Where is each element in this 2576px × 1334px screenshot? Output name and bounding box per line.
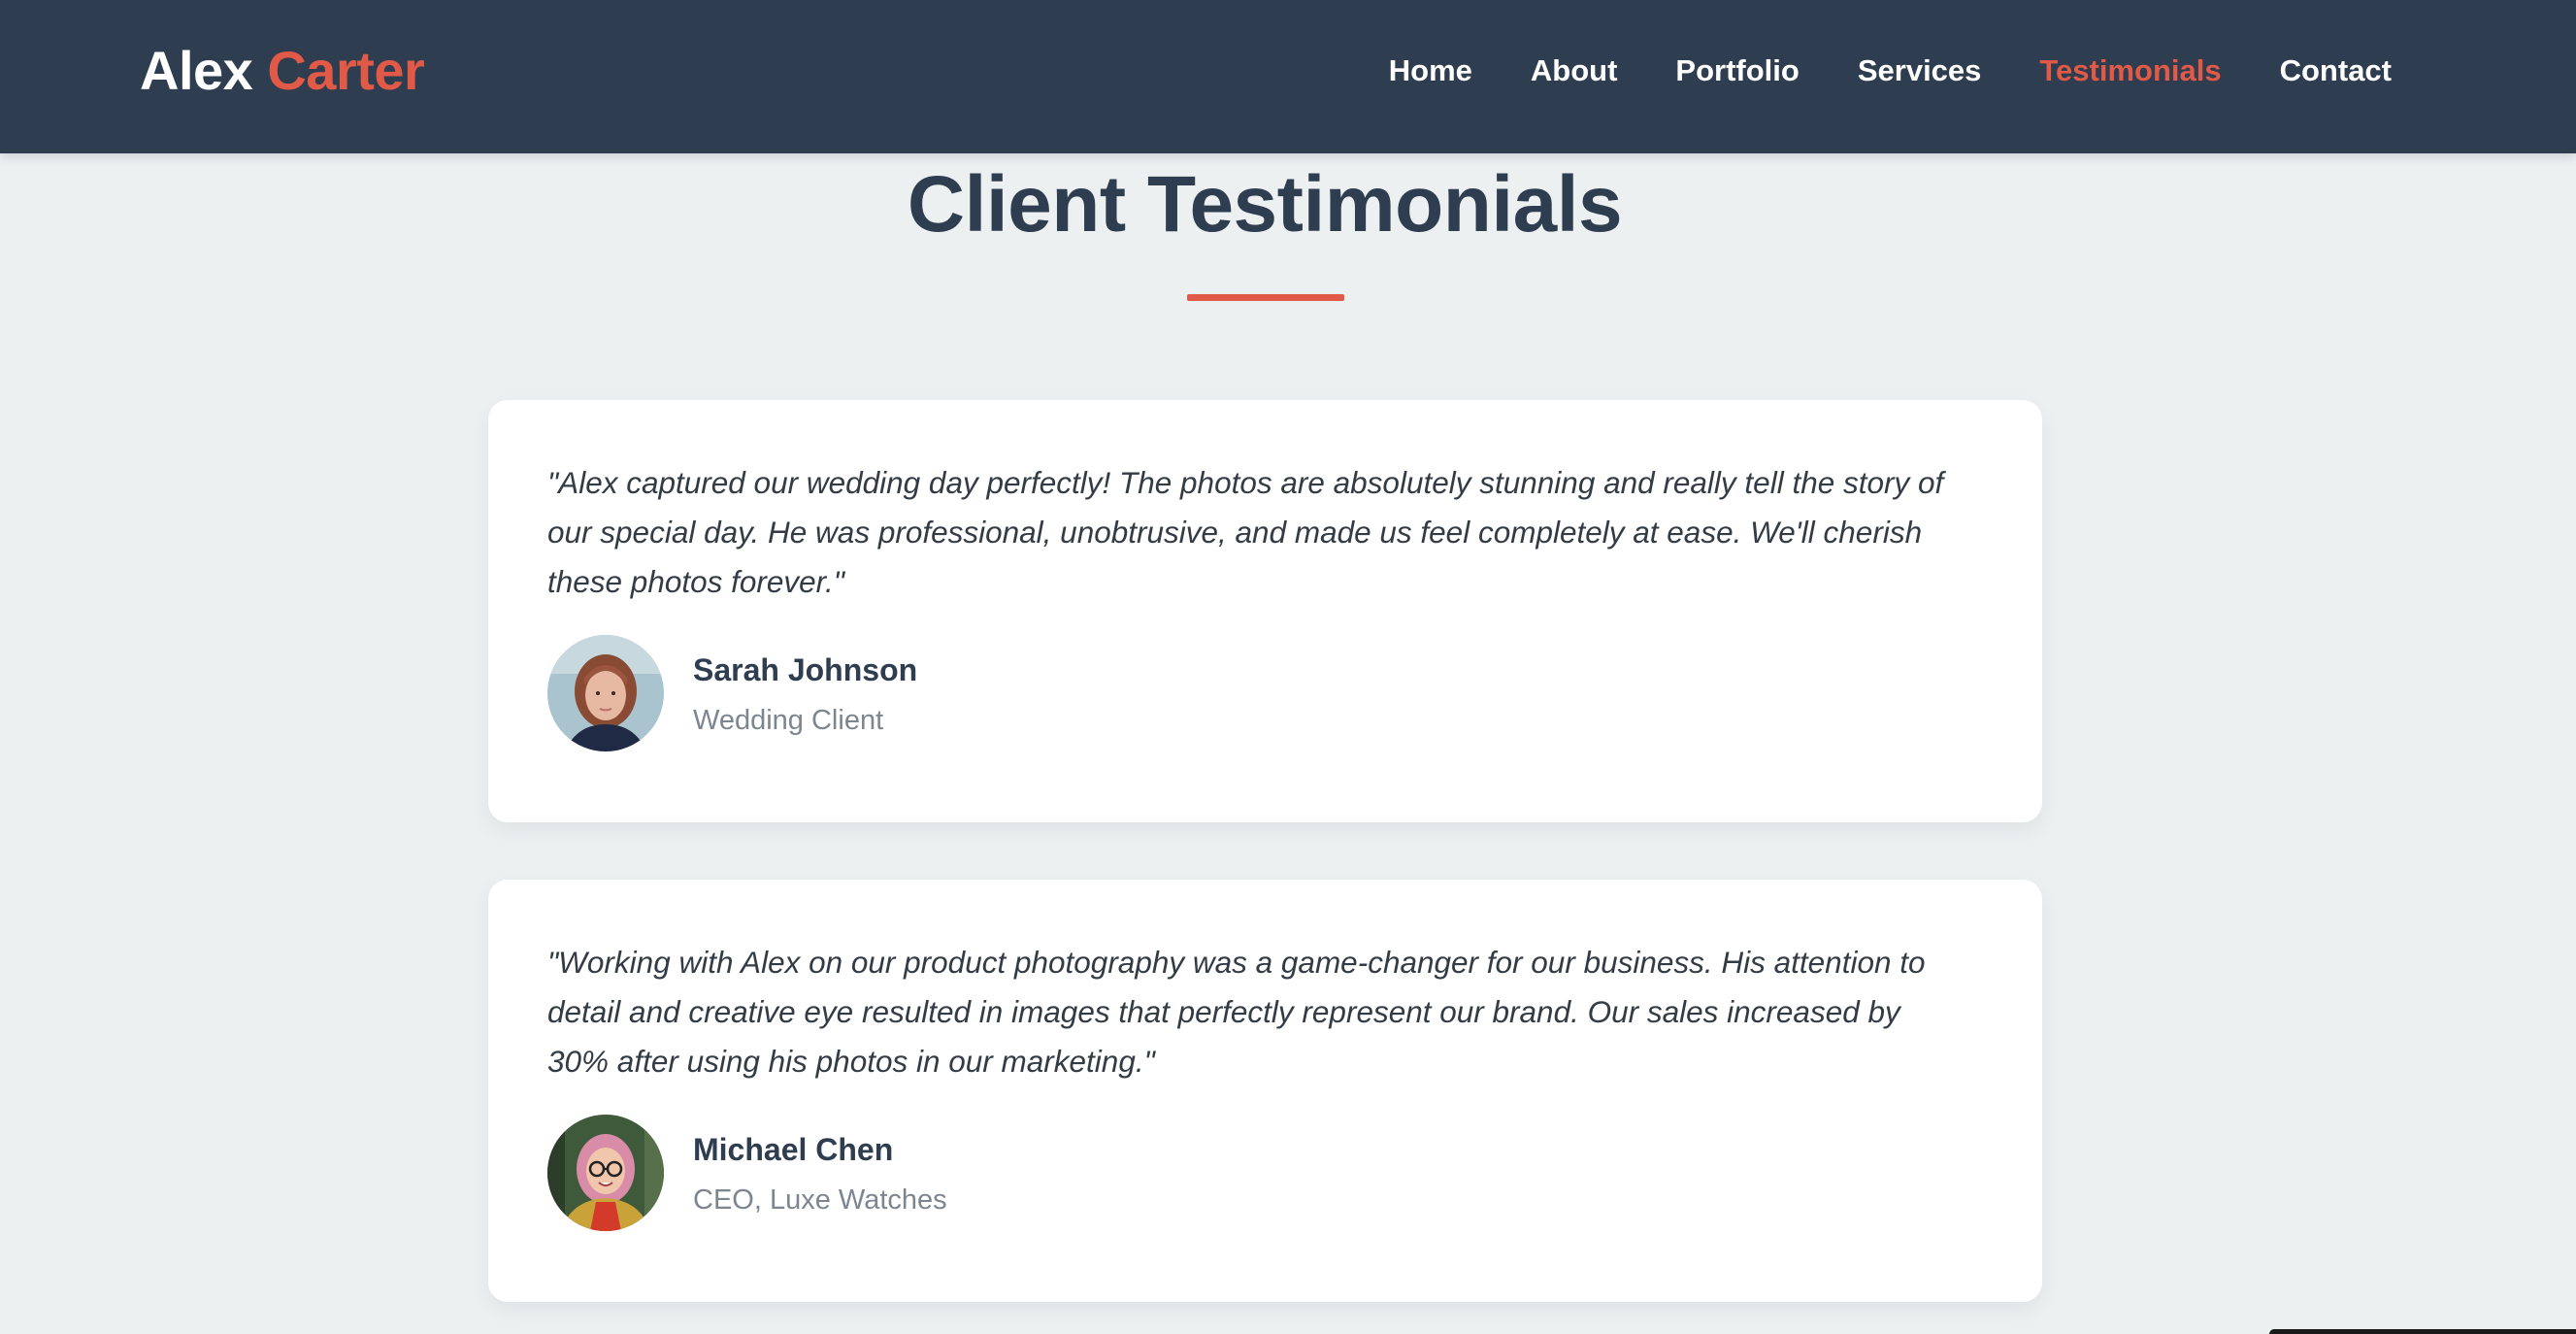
testimonial-quote: "Working with Alex on our product photog…: [547, 945, 1926, 1079]
author-role: Wedding Client: [693, 705, 884, 736]
section-title: Client Testimonials: [907, 160, 1623, 249]
title-underline: [1187, 294, 1344, 301]
nav-link-services[interactable]: Services: [1858, 50, 1982, 91]
testimonial-author: Sarah Johnson Wedding Client: [547, 635, 1984, 751]
site-header: Alex Carter Home About Portfolio Service…: [0, 0, 2576, 153]
site-logo[interactable]: Alex Carter: [140, 39, 425, 102]
nav-link-portfolio[interactable]: Portfolio: [1675, 50, 1799, 91]
partial-overlay-edge: [2269, 1329, 2576, 1334]
nav-link-home[interactable]: Home: [1389, 50, 1472, 91]
logo-last-name: Carter: [267, 40, 425, 101]
testimonial-card: "Working with Alex on our product photog…: [488, 880, 2042, 1302]
avatar: [547, 635, 664, 751]
testimonial-quote: "Alex captured our wedding day perfectly…: [547, 465, 1944, 599]
avatar: [547, 1115, 664, 1231]
main-nav: Home About Portfolio Services Testimonia…: [1389, 50, 2392, 91]
testimonial-author: Michael Chen CEO, Luxe Watches: [547, 1115, 1984, 1231]
nav-link-testimonials[interactable]: Testimonials: [2039, 50, 2221, 91]
author-role: CEO, Luxe Watches: [693, 1184, 947, 1216]
logo-first-name: Alex: [140, 40, 253, 101]
author-name: Sarah Johnson: [693, 652, 918, 687]
testimonial-card: "Alex captured our wedding day perfectly…: [488, 400, 2042, 822]
author-name: Michael Chen: [693, 1132, 894, 1167]
nav-link-about[interactable]: About: [1531, 50, 1618, 91]
nav-link-contact[interactable]: Contact: [2280, 50, 2392, 91]
